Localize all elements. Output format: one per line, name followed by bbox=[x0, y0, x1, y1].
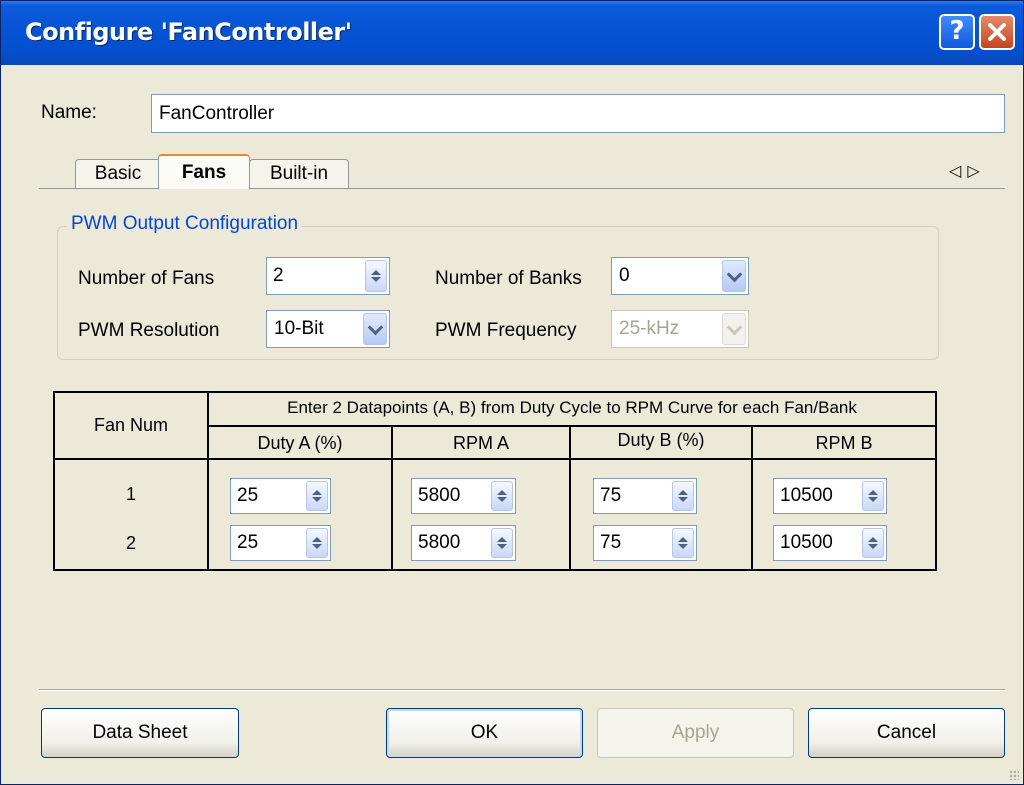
chevron-down-icon[interactable] bbox=[363, 313, 387, 345]
resize-grip-icon[interactable] bbox=[1009, 770, 1019, 780]
name-input[interactable]: FanController bbox=[151, 94, 1005, 133]
number-of-banks-value: 0 bbox=[619, 265, 630, 286]
close-icon bbox=[988, 23, 1006, 41]
spinner-arrows-icon[interactable] bbox=[306, 528, 328, 558]
duty-a-value: 25 bbox=[237, 485, 259, 506]
number-of-fans-value: 2 bbox=[273, 265, 284, 286]
rpm-a-value: 5800 bbox=[418, 532, 461, 553]
pwm-frequency-label: PWM Frequency bbox=[435, 320, 577, 341]
rpm-a-spinner[interactable]: 5800 bbox=[411, 478, 516, 514]
rpm-b-value: 10500 bbox=[780, 532, 833, 553]
spinner-arrows-icon[interactable] bbox=[862, 528, 884, 558]
rpm-a-spinner[interactable]: 5800 bbox=[411, 525, 516, 561]
tab-scroll-right-icon[interactable]: ▷ bbox=[967, 163, 985, 180]
pwm-frequency-combo: 25-kHz bbox=[611, 310, 749, 348]
name-input-value: FanController bbox=[159, 102, 275, 124]
fan-num-cell: 2 bbox=[125, 533, 136, 553]
duty-b-spinner[interactable]: 75 bbox=[593, 478, 697, 514]
datapoints-header: Enter 2 Datapoints (A, B) from Duty Cycl… bbox=[287, 398, 857, 417]
data-sheet-button[interactable]: Data Sheet bbox=[41, 708, 239, 758]
chevron-down-icon[interactable] bbox=[722, 260, 746, 292]
spinner-arrows-icon[interactable] bbox=[365, 260, 387, 292]
close-button[interactable] bbox=[979, 14, 1015, 50]
duty-b-value: 75 bbox=[600, 532, 622, 553]
number-of-banks-combo[interactable]: 0 bbox=[611, 257, 749, 295]
spinner-arrows-icon[interactable] bbox=[862, 481, 884, 511]
pwm-resolution-combo[interactable]: 10-Bit bbox=[266, 310, 390, 348]
title-bar[interactable]: Configure 'FanController' ? bbox=[1, 1, 1023, 65]
rpm-a-value: 5800 bbox=[418, 485, 461, 506]
number-of-fans-label: Number of Fans bbox=[78, 268, 215, 289]
duty-b-header: Duty B (%) bbox=[617, 430, 705, 450]
rpm-b-header: RPM B bbox=[815, 433, 873, 453]
tab-basic[interactable]: Basic bbox=[75, 159, 161, 188]
rpm-b-value: 10500 bbox=[780, 485, 833, 506]
help-icon[interactable]: ? bbox=[939, 14, 975, 50]
tab-fans[interactable]: Fans bbox=[158, 154, 250, 189]
rpm-b-spinner[interactable]: 10500 bbox=[773, 525, 887, 561]
duty-b-value: 75 bbox=[600, 485, 622, 506]
ok-button[interactable]: OK bbox=[386, 708, 583, 758]
pwm-frequency-value: 25-kHz bbox=[619, 318, 680, 339]
pwm-resolution-label: PWM Resolution bbox=[78, 320, 220, 341]
number-of-banks-label: Number of Banks bbox=[435, 268, 582, 289]
duty-a-spinner[interactable]: 25 bbox=[230, 525, 331, 561]
datapoints-table: Fan Num Enter 2 Datapoints (A, B) from D… bbox=[53, 391, 937, 571]
configure-dialog: Configure 'FanController' ? Name: FanCon… bbox=[0, 0, 1024, 785]
tab-scroll-left-icon[interactable]: ◁ bbox=[949, 163, 967, 180]
spinner-arrows-icon[interactable] bbox=[491, 481, 513, 511]
pwm-resolution-value: 10-Bit bbox=[274, 318, 324, 339]
tab-scroll-arrows[interactable]: ◁▷ bbox=[949, 161, 986, 181]
duty-a-value: 25 bbox=[237, 532, 259, 553]
cancel-button[interactable]: Cancel bbox=[808, 708, 1005, 758]
fan-num-header: Fan Num bbox=[93, 415, 169, 435]
window-title: Configure 'FanController' bbox=[25, 18, 352, 46]
chevron-down-icon bbox=[722, 313, 746, 345]
tab-built-in[interactable]: Built-in bbox=[249, 159, 349, 188]
rpm-b-spinner[interactable]: 10500 bbox=[773, 478, 887, 514]
duty-a-header: Duty A (%) bbox=[257, 433, 343, 453]
spinner-arrows-icon[interactable] bbox=[491, 528, 513, 558]
name-label: Name: bbox=[41, 102, 97, 123]
duty-b-spinner[interactable]: 75 bbox=[593, 525, 697, 561]
spinner-arrows-icon[interactable] bbox=[672, 528, 694, 558]
number-of-fans-spinner[interactable]: 2 bbox=[266, 257, 390, 295]
pwm-output-group-title: PWM Output Configuration bbox=[67, 213, 303, 235]
spinner-arrows-icon[interactable] bbox=[672, 481, 694, 511]
apply-button: Apply bbox=[597, 708, 794, 758]
rpm-a-header: RPM A bbox=[452, 433, 509, 453]
spinner-arrows-icon[interactable] bbox=[306, 481, 328, 511]
footer-separator bbox=[39, 689, 1005, 691]
fan-num-cell: 1 bbox=[125, 484, 136, 504]
duty-a-spinner[interactable]: 25 bbox=[230, 478, 331, 514]
